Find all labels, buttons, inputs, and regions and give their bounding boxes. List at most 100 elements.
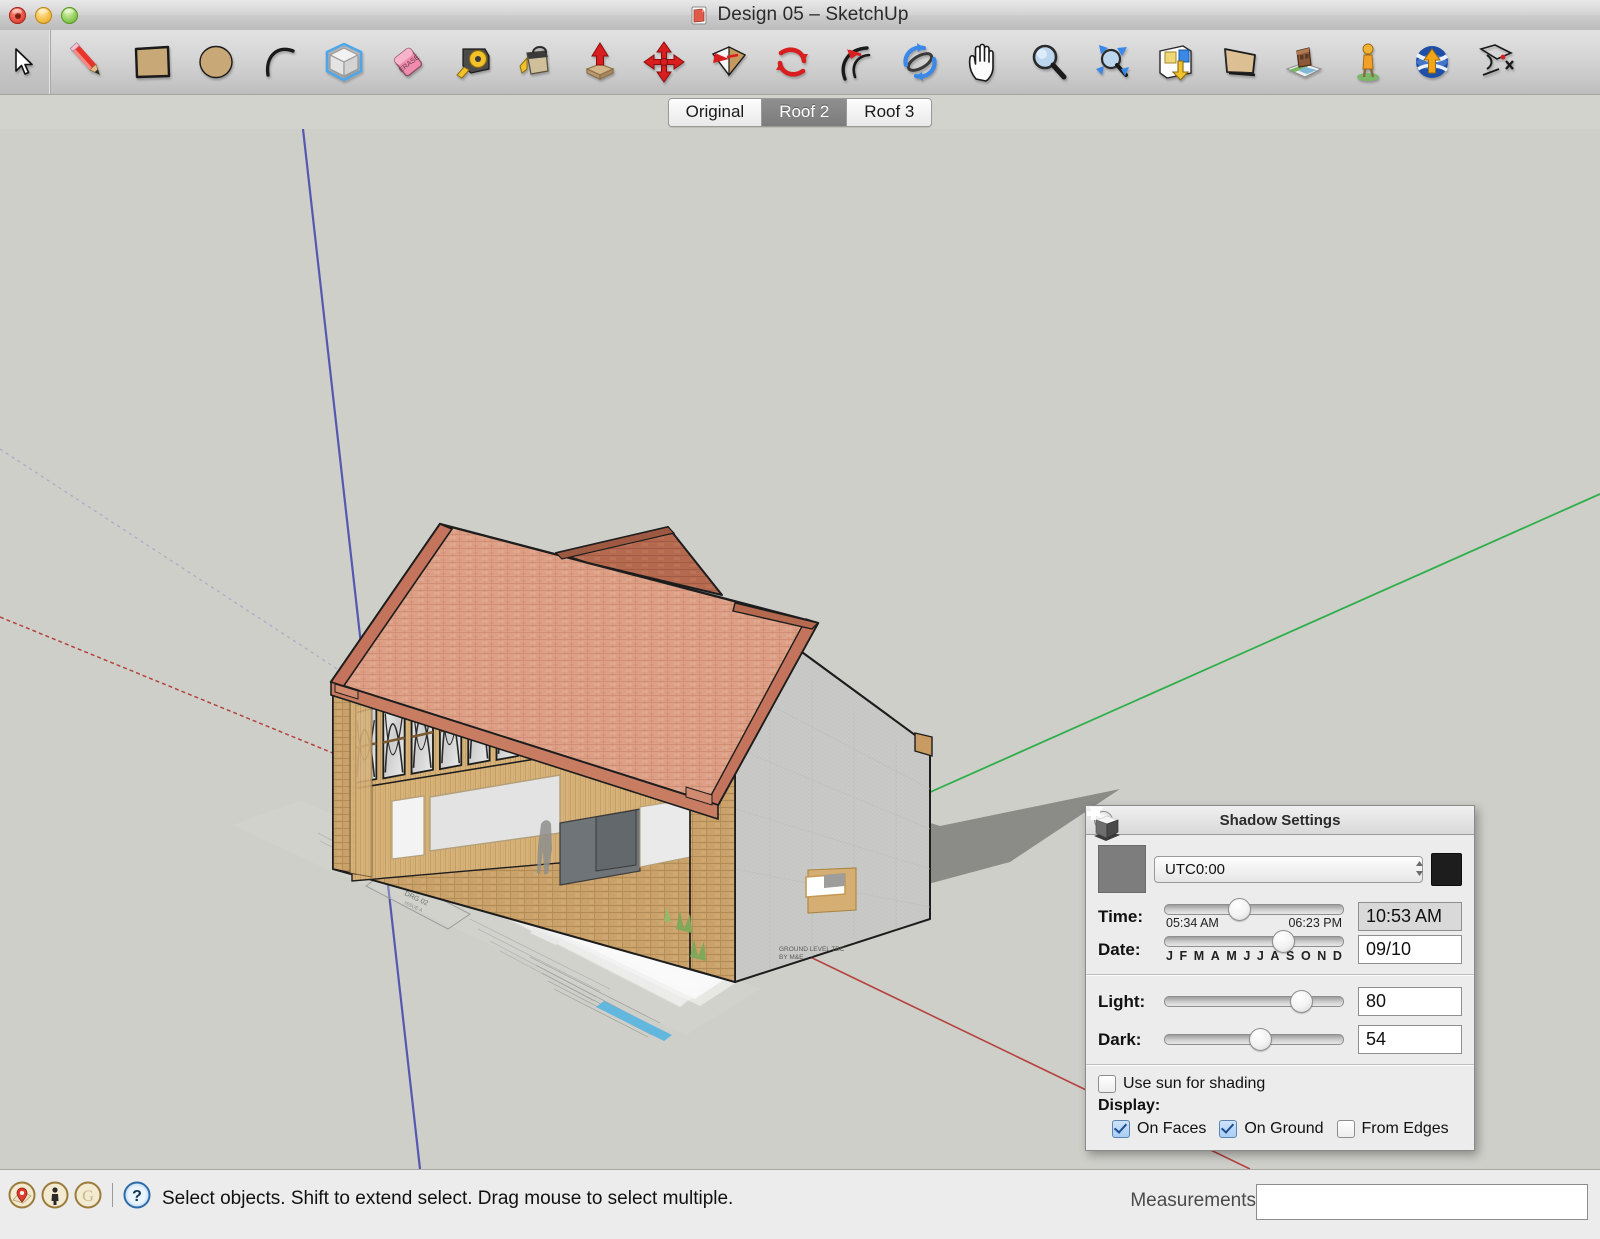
on-ground-option[interactable]: On Ground <box>1219 1120 1324 1138</box>
month-tick-4: M <box>1226 949 1237 963</box>
measurements-label: Measurements <box>1130 1190 1256 1211</box>
tool-orbit[interactable] <box>896 30 944 94</box>
shopfront-panel-left <box>391 795 425 860</box>
use-sun-for-shading-label: Use sun for shading <box>1123 1075 1266 1092</box>
dark-slider-wrap <box>1160 1028 1348 1051</box>
tool-rotate[interactable] <box>704 30 752 94</box>
date-slider-wrap: JFMAMJJASOND <box>1160 930 1348 963</box>
status-message: Select objects. Shift to extend select. … <box>162 1188 734 1209</box>
tool-share-model[interactable] <box>1408 30 1456 94</box>
dark-row: Dark: 54 <box>1098 1025 1462 1054</box>
tool-previous-view[interactable] <box>1152 30 1200 94</box>
date-value: 09/10 <box>1366 939 1412 959</box>
light-slider-wrap <box>1160 990 1348 1013</box>
tool-paint-bucket[interactable] <box>512 30 560 94</box>
on-faces-option[interactable]: On Faces <box>1112 1120 1206 1138</box>
time-value-field[interactable]: 10:53 AM <box>1358 902 1462 931</box>
measurements-input[interactable] <box>1256 1184 1588 1220</box>
tool-zoom[interactable] <box>1024 30 1072 94</box>
tool-walk[interactable] <box>1344 30 1392 94</box>
dark-slider-knob[interactable] <box>1249 1028 1273 1051</box>
time-label: Time: <box>1098 906 1144 926</box>
tool-add-location[interactable] <box>1280 30 1328 94</box>
time-max-label: 06:23 PM <box>1288 915 1342 930</box>
sun-shadow-cube-icon <box>1094 815 1146 893</box>
tool-zoom-extents[interactable] <box>1088 30 1136 94</box>
tool-tape-measure[interactable] <box>448 30 496 94</box>
model-viewport[interactable]: DRG 02 ISSUE A GROUND LEVEL TBC BY M&E S… <box>0 129 1600 1169</box>
from-edges-checkbox[interactable] <box>1336 1120 1355 1138</box>
month-tick-labels: JFMAMJJASOND <box>1160 947 1348 963</box>
time-slider[interactable] <box>1164 897 1344 921</box>
main-toolbar: ERASE <box>0 30 1600 95</box>
month-tick-2: M <box>1193 949 1205 963</box>
status-divider <box>112 1183 113 1207</box>
on-ground-label: On Ground <box>1244 1120 1324 1137</box>
help-question-icon[interactable]: ? <box>123 1181 151 1209</box>
geo-location-icon[interactable] <box>8 1181 36 1209</box>
person-credits-icon[interactable] <box>41 1181 69 1209</box>
shadow-panel-titlebar: Shadow Settings <box>1086 806 1474 835</box>
dark-label: Dark: <box>1098 1029 1142 1049</box>
tool-eraser[interactable]: ERASE <box>384 30 432 94</box>
window-title-group: Design 05 – SketchUp <box>0 0 1600 30</box>
date-row: Date: JFMAMJJASOND 09/10 <box>1098 930 1462 964</box>
light-row: Light: 80 <box>1098 987 1462 1016</box>
light-value-field[interactable]: 80 <box>1358 987 1462 1016</box>
light-slider-knob[interactable] <box>1290 990 1314 1013</box>
use-sun-for-shading-row[interactable]: Use sun for shading <box>1098 1075 1462 1093</box>
date-slider[interactable] <box>1164 930 1344 953</box>
dark-slider[interactable] <box>1164 1028 1344 1051</box>
timezone-select[interactable]: UTC0:00 <box>1154 855 1423 883</box>
tool-select[interactable] <box>0 30 51 94</box>
from-edges-option[interactable]: From Edges <box>1336 1120 1449 1138</box>
tab-original[interactable]: Original <box>668 98 763 126</box>
shadow-time-section: UTC0:00 Time: 05:34 AM 06:23 PM 10:53 AM… <box>1086 807 1474 975</box>
month-tick-0: J <box>1166 949 1173 963</box>
use-sun-for-shading-checkbox[interactable] <box>1098 1075 1116 1093</box>
scene-tabs: Original Roof 2 Roof 3 <box>667 97 933 127</box>
time-slider-knob[interactable] <box>1227 897 1251 921</box>
tool-make-component[interactable] <box>320 30 368 94</box>
time-row: Time: 05:34 AM 06:23 PM 10:53 AM <box>1098 897 1462 931</box>
tool-circle[interactable] <box>192 30 240 94</box>
month-tick-1: F <box>1179 949 1188 963</box>
tool-offset[interactable] <box>832 30 880 94</box>
tool-rectangle[interactable] <box>128 30 176 94</box>
from-edges-label: From Edges <box>1361 1120 1449 1137</box>
tab-roof-3[interactable]: Roof 3 <box>847 98 932 126</box>
tool-line[interactable] <box>64 30 112 94</box>
time-value: 10:53 AM <box>1366 906 1443 926</box>
dark-value-field[interactable]: 54 <box>1358 1025 1462 1054</box>
svg-text:G: G <box>82 1188 94 1205</box>
shadow-display-section: Use sun for shading Display: On Faces On… <box>1086 1065 1474 1150</box>
light-label: Light: <box>1098 991 1146 1011</box>
on-ground-checkbox[interactable] <box>1219 1120 1238 1138</box>
north-plus-icon[interactable] <box>1087 807 1462 886</box>
time-range-labels: 05:34 AM 06:23 PM <box>1160 915 1348 930</box>
google-g-icon[interactable]: G <box>74 1181 102 1209</box>
date-value-field[interactable]: 09/10 <box>1358 935 1462 964</box>
gable-sign-line1: GROUND LEVEL TBC <box>779 946 845 953</box>
light-slider[interactable] <box>1164 990 1344 1013</box>
tool-push-pull[interactable] <box>576 30 624 94</box>
tool-pan[interactable] <box>960 30 1008 94</box>
shadow-settings-panel[interactable]: Shadow Settings UTC0:00 Time: 05:34 AM 0… <box>1085 805 1475 1151</box>
tool-move[interactable] <box>640 30 688 94</box>
tab-roof-2[interactable]: Roof 2 <box>762 98 848 126</box>
time-slider-wrap: 05:34 AM 06:23 PM <box>1160 897 1348 930</box>
timezone-row: UTC0:00 <box>1087 807 1462 893</box>
svg-text:?: ? <box>132 1188 142 1205</box>
tool-section-plane[interactable] <box>1472 30 1520 94</box>
month-tick-3: A <box>1210 949 1220 963</box>
tool-position-camera[interactable] <box>1216 30 1264 94</box>
on-faces-checkbox[interactable] <box>1112 1120 1130 1138</box>
tool-arc[interactable] <box>256 30 304 94</box>
scene-tabbar: Original Roof 2 Roof 3 <box>0 95 1600 129</box>
timezone-value: UTC0:00 <box>1165 860 1226 878</box>
window-titlebar: Design 05 – SketchUp <box>0 0 1600 31</box>
status-icon-group: G ? <box>8 1181 151 1209</box>
tool-follow-me[interactable] <box>768 30 816 94</box>
date-label: Date: <box>1098 939 1141 959</box>
month-tick-5: J <box>1243 949 1251 963</box>
